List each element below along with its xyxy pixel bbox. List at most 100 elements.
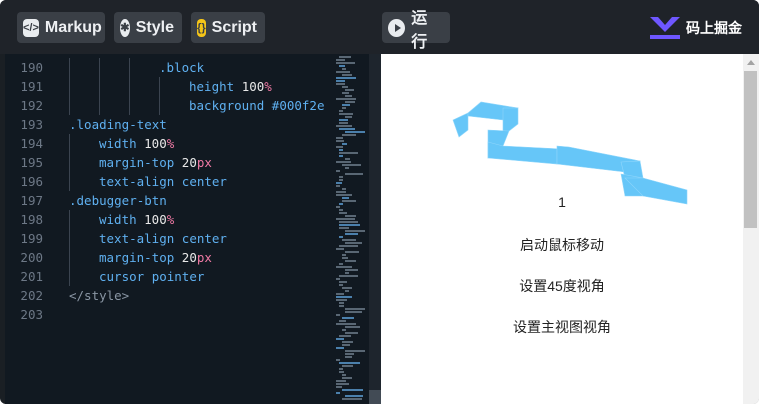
code-minimap[interactable]: [334, 54, 369, 404]
minimap-line: [336, 266, 352, 268]
minimap-line: [336, 293, 344, 295]
start-mouse-move-button[interactable]: 启动鼠标移动: [381, 235, 743, 255]
minimap-line: [345, 356, 352, 358]
code-text: .loading-text: [69, 115, 167, 134]
set-45-degree-view-button[interactable]: 设置45度视角: [381, 276, 743, 296]
minimap-line: [336, 248, 344, 250]
code-line[interactable]: 195 margin-top 20px: [5, 153, 334, 172]
code-line[interactable]: 201 cursor pointer: [5, 267, 334, 286]
minimap-line: [339, 362, 360, 364]
minimap-line: [342, 329, 346, 331]
run-button[interactable]: 运行: [382, 10, 450, 51]
minimap-line: [339, 305, 344, 307]
minimap-line: [336, 146, 343, 148]
brand-logo[interactable]: 码上掘金: [648, 13, 742, 43]
indent-guide: [69, 77, 70, 96]
code-editor[interactable]: 190 .block 191 height 100% 192 background #00…: [5, 54, 334, 404]
minimap-line: [342, 134, 356, 136]
play-icon: [388, 18, 406, 37]
line-number: 195: [20, 155, 43, 170]
code-text: margin-top 20px: [99, 248, 212, 267]
code-token: #000f2e: [271, 98, 325, 113]
minimap-line: [336, 125, 352, 127]
minimap-line: [345, 311, 362, 313]
minimap-line: [342, 164, 361, 166]
code-playground: </> Markup ✱ Style {} Script 运行 码上掘金 190…: [0, 0, 759, 404]
minimap-line: [342, 188, 346, 190]
scroll-up-arrow-icon[interactable]: [747, 60, 755, 65]
script-tab-label: Script: [211, 18, 257, 36]
minimap-line: [339, 320, 346, 322]
code-token: center: [181, 174, 227, 189]
editor-scroll-thumb[interactable]: [369, 390, 381, 404]
minimap-line: [345, 260, 356, 262]
minimap-line: [336, 140, 344, 142]
code-brackets-icon: </>: [23, 18, 39, 37]
line-number: 193: [20, 117, 43, 132]
line-number: 201: [20, 269, 43, 284]
preview-scrollbar[interactable]: [743, 54, 759, 404]
minimap-line: [345, 332, 358, 334]
line-number: 190: [20, 60, 43, 75]
brand-label: 码上掘金: [686, 20, 742, 36]
code-line[interactable]: 200 margin-top 20px: [5, 248, 334, 267]
code-line[interactable]: 191 height 100%: [5, 77, 334, 96]
editor-scrollbar[interactable]: [369, 54, 381, 404]
code-line[interactable]: 192 background #000f2e: [5, 96, 334, 115]
minimap-line: [342, 257, 348, 259]
minimap-line: [339, 245, 358, 247]
minimap-line: [336, 278, 340, 280]
minimap-line: [336, 323, 356, 325]
indent-guide: [69, 267, 70, 286]
code-line[interactable]: 190 .block: [5, 58, 334, 77]
code-line[interactable]: 197 .debugger-btn: [5, 191, 334, 210]
code-token: text-align: [99, 174, 182, 189]
minimap-line: [345, 215, 356, 217]
minimap-line: [339, 227, 349, 229]
style-tab-button[interactable]: ✱ Style: [114, 12, 182, 43]
minimap-line: [336, 161, 351, 163]
code-token: height: [189, 79, 242, 94]
indent-guide: [69, 248, 70, 267]
minimap-line: [339, 209, 343, 211]
indent-guide: [69, 96, 70, 115]
code-line[interactable]: 193 .loading-text: [5, 115, 334, 134]
minimap-line: [345, 290, 349, 292]
minimap-line: [342, 239, 356, 241]
minimap-line: [342, 143, 347, 145]
minimap-line: [336, 359, 340, 361]
minimap-line: [339, 119, 348, 121]
minimap-line: [342, 398, 362, 400]
line-number: 197: [20, 193, 43, 208]
code-line[interactable]: 199 text-align center: [5, 229, 334, 248]
minimap-line: [339, 371, 344, 373]
minimap-line: [336, 206, 340, 208]
minimap-line: [342, 365, 353, 367]
code-line[interactable]: 194 width 100%: [5, 134, 334, 153]
minimap-line: [339, 152, 358, 154]
code-token: 100: [241, 79, 265, 94]
minimap-line: [342, 317, 354, 319]
minimap-line: [339, 221, 358, 223]
code-line[interactable]: 203: [5, 305, 334, 324]
minimap-line: [342, 344, 350, 346]
preview-pane: 1 启动鼠标移动 设置45度视角 设置主视图视角: [381, 54, 759, 404]
script-tab-button[interactable]: {} Script: [191, 12, 265, 43]
path-block: [502, 107, 519, 135]
minimap-line: [336, 59, 345, 61]
minimap-line: [342, 287, 352, 289]
set-main-view-button[interactable]: 设置主视图视角: [381, 317, 743, 337]
code-text: background #000f2e: [189, 96, 324, 115]
path-block: [452, 112, 469, 138]
indent-guide: [159, 96, 160, 115]
minimap-line: [345, 272, 349, 274]
juejin-logo-icon: [650, 17, 680, 39]
code-line[interactable]: 196 text-align center: [5, 172, 334, 191]
line-number: 200: [20, 250, 43, 265]
preview-scroll-thumb[interactable]: [744, 71, 757, 228]
code-line[interactable]: 202 </style>: [5, 286, 334, 305]
minimap-line: [336, 299, 347, 301]
code-text: width 100%: [99, 134, 174, 153]
markup-tab-button[interactable]: </> Markup: [17, 12, 105, 43]
code-line[interactable]: 198 width 100%: [5, 210, 334, 229]
